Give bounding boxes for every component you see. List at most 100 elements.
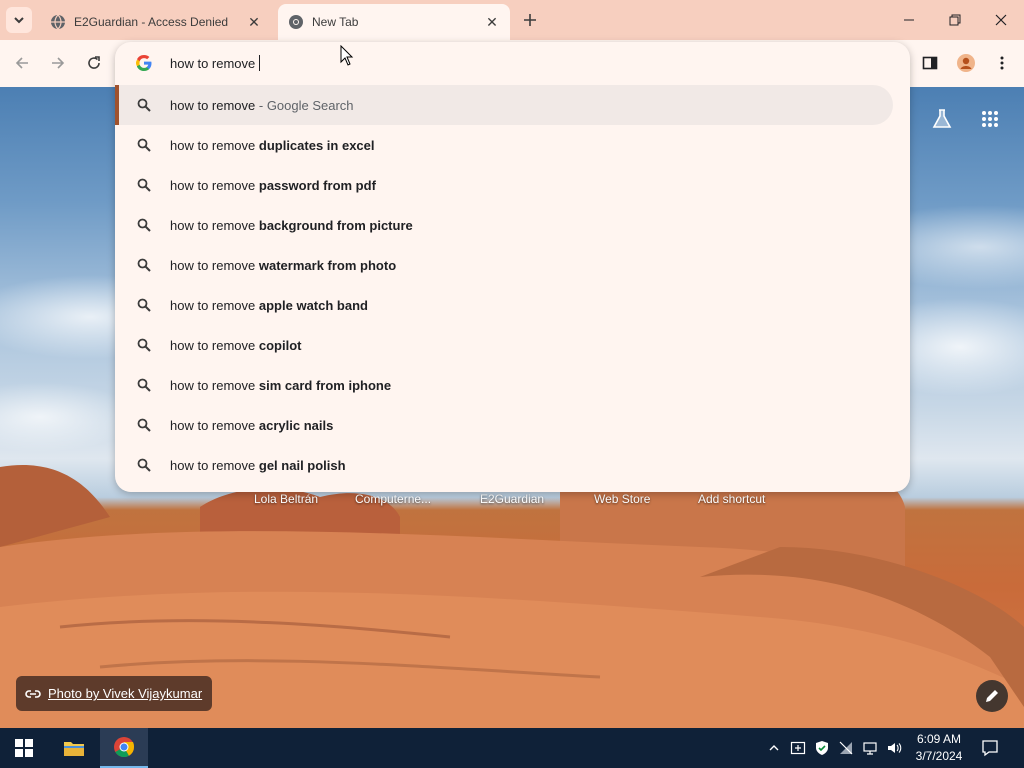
suggestion-item[interactable]: how to remove watermark from photo: [115, 245, 893, 285]
search-icon: [137, 178, 151, 192]
network-button[interactable]: [860, 738, 880, 758]
file-explorer-button[interactable]: [50, 728, 98, 768]
suggestion-completion: apple watch band: [258, 297, 368, 313]
shortcuts-row: Lola Beltrán Computerne... E2Guardian We…: [230, 492, 790, 514]
minimize-button[interactable]: [886, 0, 932, 40]
globe-icon: [51, 14, 65, 30]
minimize-icon: [904, 19, 914, 21]
suggestion-completion: password from pdf: [258, 177, 376, 193]
search-icon: [137, 418, 151, 432]
forward-icon: [52, 57, 65, 69]
new-tab-button[interactable]: [518, 8, 542, 32]
tray-app-icon: [790, 741, 806, 755]
tab-strip: E2Guardian - Access Denied ✕ New Tab ✕: [0, 0, 1024, 40]
suggestion-item[interactable]: how to remove copilot: [115, 325, 893, 365]
back-button[interactable]: [8, 49, 36, 77]
suggestion-item[interactable]: how to remove background from picture: [115, 205, 893, 245]
tab-new-tab[interactable]: New Tab ✕: [278, 4, 510, 40]
start-button[interactable]: [0, 728, 48, 768]
photo-credit-text: Photo by Vivek Vijaykumar: [48, 686, 203, 701]
notification-icon: [982, 740, 998, 757]
suggestion-prefix: how to remove: [170, 377, 256, 393]
shortcut-computerne[interactable]: Computerne...: [355, 492, 431, 506]
google-apps-button[interactable]: [976, 105, 1004, 133]
suggestion-prefix: how to remove: [170, 337, 256, 353]
suggestion-item[interactable]: how to remove password from pdf: [115, 165, 893, 205]
link-icon: [25, 689, 41, 698]
customize-button[interactable]: [976, 680, 1008, 712]
suggestion-item[interactable]: how to remove sim card from iphone: [115, 365, 893, 405]
suggestion-text: how to remove copilot: [170, 338, 302, 353]
suggestion-text: how to remove background from picture: [170, 218, 413, 233]
suggestion-text: how to remove gel nail polish: [170, 458, 346, 473]
action-center-button[interactable]: [980, 738, 1000, 758]
suggestion-completion: watermark from photo: [258, 257, 397, 273]
clock-time: 6:09 AM: [916, 732, 962, 746]
suggestion-google-search[interactable]: how to remove - Google Search: [115, 85, 893, 125]
chrome-taskbar-button[interactable]: [100, 728, 148, 768]
search-icon: [137, 378, 151, 392]
restore-button[interactable]: [932, 0, 978, 40]
search-icon: [137, 298, 151, 312]
security-shield-icon: [816, 741, 828, 755]
labs-button[interactable]: [928, 105, 956, 133]
suggestion-prefix: how to remove: [170, 217, 256, 233]
menu-button[interactable]: [988, 49, 1016, 77]
forward-button[interactable]: [44, 49, 72, 77]
suggestion-completion: acrylic nails: [258, 417, 334, 433]
tab-e2guardian[interactable]: E2Guardian - Access Denied ✕: [40, 4, 272, 40]
volume-button[interactable]: [884, 738, 904, 758]
close-icon[interactable]: ✕: [484, 14, 500, 30]
profile-button[interactable]: [952, 49, 980, 77]
side-panel-button[interactable]: [916, 49, 944, 77]
chevron-up-icon: [769, 745, 779, 751]
suggestion-item[interactable]: how to remove acrylic nails: [115, 405, 893, 445]
restore-icon: [949, 14, 961, 26]
chrome-icon: [289, 15, 303, 29]
close-icon[interactable]: ✕: [246, 14, 262, 30]
reload-button[interactable]: [80, 49, 108, 77]
apps-grid-icon: [982, 111, 998, 127]
chevron-down-icon: [14, 17, 24, 24]
back-icon: [15, 57, 28, 69]
omnibox-dropdown: how to remove how to remove - Google Sea…: [115, 42, 910, 492]
suggestion-text: how to remove duplicates in excel: [170, 138, 375, 153]
suggestion-completion: gel nail polish: [258, 457, 346, 473]
pencil-icon: [986, 690, 998, 702]
suggestion-item[interactable]: how to remove apple watch band: [115, 285, 893, 325]
omnibox-input[interactable]: how to remove: [170, 52, 261, 74]
text-caret: [259, 55, 261, 71]
system-clock[interactable]: 6:09 AM 3/7/2024: [908, 731, 970, 765]
network-offline-button[interactable]: [836, 738, 856, 758]
tab-title: New Tab: [312, 15, 359, 29]
suggestion-suffix: - Google Search: [255, 97, 354, 113]
tray-app-button[interactable]: [788, 738, 808, 758]
suggestion-prefix: how to remove: [170, 457, 256, 473]
suggestion-prefix: how to remove: [170, 177, 256, 193]
suggestion-completion: copilot: [258, 337, 302, 353]
suggestion-prefix: how to remove: [170, 97, 256, 113]
suggestion-completion: background from picture: [258, 217, 413, 233]
chrome-icon: [114, 737, 135, 758]
suggestion-text: how to remove apple watch band: [170, 298, 368, 313]
show-hidden-icons-button[interactable]: [764, 738, 784, 758]
side-panel-icon: [922, 56, 938, 70]
suggestion-prefix: how to remove: [170, 297, 256, 313]
taskbar: 6:09 AM 3/7/2024: [0, 728, 1024, 768]
shortcut-add-shortcut[interactable]: Add shortcut: [698, 492, 765, 506]
omnibox-input-row[interactable]: how to remove: [115, 42, 910, 84]
tab-search-button[interactable]: [6, 7, 32, 33]
photo-credit-link[interactable]: Photo by Vivek Vijaykumar: [16, 676, 213, 711]
clock-date: 3/7/2024: [915, 749, 963, 763]
shortcut-lola-beltran[interactable]: Lola Beltrán: [254, 492, 318, 506]
suggestion-item[interactable]: how to remove gel nail polish: [115, 445, 893, 485]
suggestion-prefix: how to remove: [170, 137, 256, 153]
network-icon: [839, 741, 853, 755]
suggestion-prefix: how to remove: [170, 257, 256, 273]
shortcut-web-store[interactable]: Web Store: [594, 492, 650, 506]
suggestion-item[interactable]: how to remove duplicates in excel: [115, 125, 893, 165]
window-close-button[interactable]: [978, 0, 1024, 40]
shortcut-e2guardian[interactable]: E2Guardian: [480, 492, 544, 506]
omnibox-input-value: how to remove: [170, 55, 256, 71]
windows-security-button[interactable]: [812, 738, 832, 758]
